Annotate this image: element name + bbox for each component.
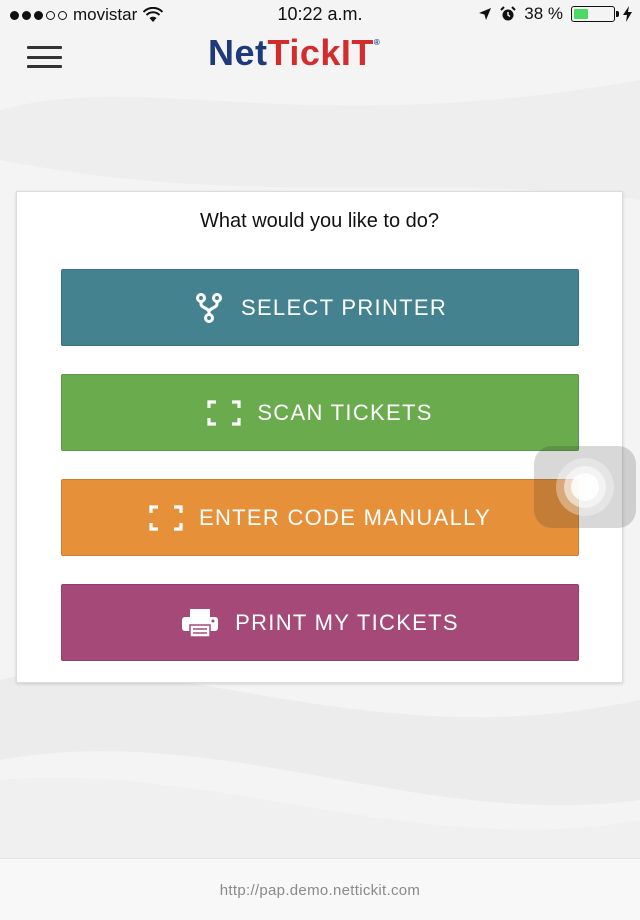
card-title: What would you like to do? [199,210,440,232]
action-card: What would you like to do? SELECT PRINTE… [16,191,623,683]
logo-tickit: TickIT [267,32,374,73]
location-arrow-icon [479,8,492,20]
status-bar: movistar 10:22 a.m. 38 % [0,0,640,30]
enter-code-manually-button[interactable]: ENTER CODE MANUALLY [61,479,579,556]
assistive-touch-button[interactable] [534,446,636,528]
footer-url[interactable]: http://pap.demo.nettickit.com [0,882,640,899]
scan-frame-icon [207,399,241,426]
footer: http://pap.demo.nettickit.com [0,858,640,920]
charging-bolt-icon [623,6,632,22]
battery-percentage: 38 % [524,4,563,23]
fork-icon [193,292,225,324]
scan-tickets-button[interactable]: SCAN TICKETS [61,374,579,451]
app-logo: NetTickIT® [208,32,380,74]
enter-code-manually-label: ENTER CODE MANUALLY [198,504,491,530]
select-printer-label: SELECT PRINTER [240,294,448,320]
printer-icon [181,608,219,638]
print-my-tickets-label: PRINT MY TICKETS [235,609,459,635]
battery-icon [571,6,619,22]
logo-registered-mark: ® [373,38,381,47]
menu-button[interactable] [27,46,62,68]
scan-frame-icon [149,504,183,531]
print-my-tickets-button[interactable]: PRINT MY TICKETS [61,584,579,661]
logo-net: Net [208,32,268,73]
scan-tickets-label: SCAN TICKETS [257,399,433,425]
select-printer-button[interactable]: SELECT PRINTER [61,269,579,346]
alarm-icon [500,6,516,21]
